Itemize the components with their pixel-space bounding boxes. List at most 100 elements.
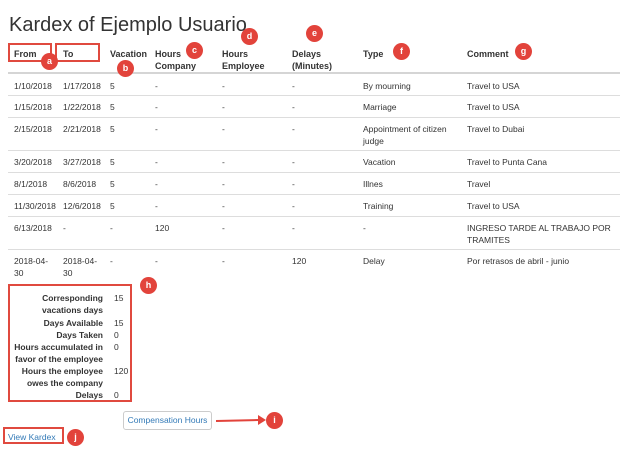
cell-hours-employee: - xyxy=(222,81,225,91)
cell-type: By mourning xyxy=(363,81,411,91)
cell-type: Marriage xyxy=(363,102,397,112)
compensation-hours-button[interactable]: Compensation Hours xyxy=(123,411,212,430)
header-vacation: Vacation xyxy=(110,49,148,59)
cell-hours-employee: - xyxy=(222,223,225,233)
cell-to: 1/17/2018 xyxy=(63,81,101,91)
summary-value: 15 xyxy=(114,318,124,328)
cell-type: - xyxy=(363,223,366,233)
cell-comment: Travel to USA xyxy=(467,201,520,211)
summary-label: Hours the employee owes the company xyxy=(21,366,103,388)
cell-type: Vacation xyxy=(363,157,396,167)
cell-type: Training xyxy=(363,201,394,211)
row-divider xyxy=(8,249,620,250)
cell-hours-employee: - xyxy=(222,256,225,266)
cell-vacation: - xyxy=(110,256,113,266)
cell-delays: - xyxy=(292,201,295,211)
cell-to: 1/22/2018 xyxy=(63,102,101,112)
summary-label: Days Taken xyxy=(56,330,103,340)
cell-from: 8/1/2018 xyxy=(14,179,48,189)
cell-comment: INGRESO TARDE AL TRABAJO POR TRAMITES xyxy=(467,223,611,245)
cell-to: 3/27/2018 xyxy=(63,157,101,167)
annotation-badge-j: j xyxy=(67,429,84,446)
cell-hours-company: - xyxy=(155,256,158,266)
cell-hours-company: 120 xyxy=(155,223,170,233)
cell-to: 2018-04-30 xyxy=(63,256,98,278)
header-comment: Comment xyxy=(467,49,509,59)
cell-vacation: 5 xyxy=(110,179,115,189)
cell-hours-company: - xyxy=(155,201,158,211)
annotation-badge-d: d xyxy=(241,28,258,45)
row-divider xyxy=(8,117,620,118)
cell-hours-employee: - xyxy=(222,102,225,112)
row-divider xyxy=(8,216,620,217)
cell-to: 2/21/2018 xyxy=(63,124,101,134)
row-divider xyxy=(8,150,620,151)
annotation-badge-c: c xyxy=(186,42,203,59)
cell-hours-employee: - xyxy=(222,124,225,134)
cell-type: Appointment of citizen judge xyxy=(363,124,447,146)
cell-hours-company: - xyxy=(155,124,158,134)
summary-value: 0 xyxy=(114,342,119,352)
cell-delays: - xyxy=(292,157,295,167)
cell-to: - xyxy=(63,223,66,233)
summary-label: Days Available xyxy=(43,318,103,328)
row-divider xyxy=(8,95,620,96)
cell-delays: - xyxy=(292,179,295,189)
cell-from: 2018-04-30 xyxy=(14,256,49,278)
cell-delays: 120 xyxy=(292,256,307,266)
annotation-badge-e: e xyxy=(306,25,323,42)
cell-comment: Travel to Punta Cana xyxy=(467,157,548,167)
cell-from: 1/15/2018 xyxy=(14,102,52,112)
row-divider xyxy=(8,194,620,195)
cell-comment: Por retrasos de abril - junio xyxy=(467,256,570,266)
cell-hours-company: - xyxy=(155,81,158,91)
summary-label: Delays xyxy=(75,390,103,400)
row-divider xyxy=(8,172,620,173)
cell-vacation: - xyxy=(110,223,113,233)
cell-delays: - xyxy=(292,102,295,112)
cell-hours-company: - xyxy=(155,179,158,189)
header-type: Type xyxy=(363,49,384,59)
summary-label: Hours accumulated in favor of the employ… xyxy=(14,342,103,364)
page-title: Kardex of Ejemplo Usuario xyxy=(9,14,247,36)
summary-value: 0 xyxy=(114,330,119,340)
annotation-badge-i: i xyxy=(266,412,283,429)
cell-comment: Travel xyxy=(467,179,491,189)
summary-value: 0 xyxy=(114,390,119,400)
cell-from: 11/30/2018 xyxy=(14,201,56,211)
to-highlight-box xyxy=(55,43,100,62)
annotation-badge-h: h xyxy=(140,277,157,294)
cell-type: Delay xyxy=(363,256,385,266)
cell-hours-employee: - xyxy=(222,179,225,189)
annotation-badge-a: a xyxy=(41,53,58,70)
cell-vacation: 5 xyxy=(110,157,115,167)
header-hours-employee: Hours Employee xyxy=(222,49,265,71)
cell-comment: Travel to USA xyxy=(467,81,520,91)
cell-comment: Travel to Dubai xyxy=(467,124,525,134)
summary-value: 15 xyxy=(114,293,124,303)
cell-hours-company: - xyxy=(155,157,158,167)
cell-type: Illnes xyxy=(363,179,383,189)
annotation-arrow-icon xyxy=(215,415,266,425)
cell-from: 6/13/2018 xyxy=(14,223,52,233)
cell-delays: - xyxy=(292,223,295,233)
header-divider xyxy=(8,72,620,74)
cell-to: 8/6/2018 xyxy=(63,179,97,189)
header-delays: Delays (Minutes) xyxy=(292,49,332,71)
annotation-badge-f: f xyxy=(393,43,410,60)
cell-delays: - xyxy=(292,81,295,91)
annotation-badge-b: b xyxy=(117,60,134,77)
cell-vacation: 5 xyxy=(110,124,115,134)
cell-from: 2/15/2018 xyxy=(14,124,52,134)
cell-hours-employee: - xyxy=(222,201,225,211)
cell-from: 1/10/2018 xyxy=(14,81,52,91)
view-kardex-link[interactable]: View Kardex xyxy=(8,432,56,442)
cell-delays: - xyxy=(292,124,295,134)
summary-label: Corresponding vacations days xyxy=(42,293,103,315)
cell-vacation: 5 xyxy=(110,201,115,211)
cell-from: 3/20/2018 xyxy=(14,157,52,167)
summary-value: 120 xyxy=(114,366,129,376)
cell-hours-employee: - xyxy=(222,157,225,167)
cell-comment: Travel to USA xyxy=(467,102,520,112)
cell-hours-company: - xyxy=(155,102,158,112)
